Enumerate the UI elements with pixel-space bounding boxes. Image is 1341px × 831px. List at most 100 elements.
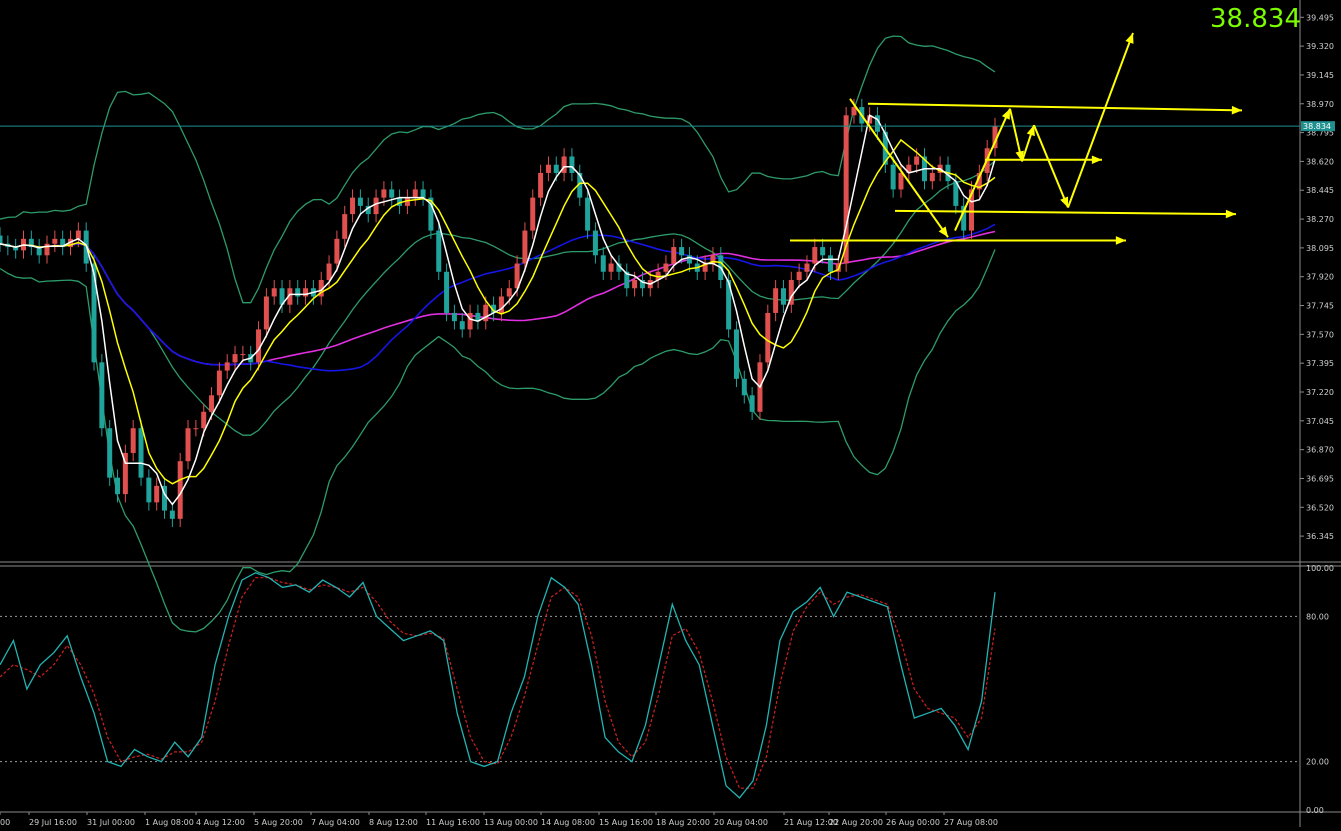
annotation-arrow [867,102,1243,112]
x-tick-label: 27 Aug 08:00 [944,818,998,827]
candle-body [0,235,3,244]
y-tick-label: 39.145 [1306,71,1334,80]
candle-body [130,428,136,453]
candle-body [600,255,606,272]
x-tick-label: 14 Aug 08:00 [541,818,595,827]
y-tick-label: 37.045 [1306,417,1334,426]
trading-chart: 39.495 39.320 39.145 38.970 38.795 38.620 38.4… [0,0,1341,827]
x-tick-label: 31 Jul 00:00 [87,818,135,827]
candle-body [216,370,222,396]
y-tick-label: 37.395 [1306,359,1334,368]
x-tick-label: 29 Jul 16:00 [29,818,77,827]
annotation-arrow-head [1060,196,1069,208]
candle-body [820,247,826,256]
candle-body [506,288,512,297]
annotation-arrow-head [1125,32,1134,44]
candle-body [467,312,473,330]
y-tick-label: 36.345 [1306,532,1334,541]
x-tick-label: 18 Aug 20:00 [656,818,710,827]
candle-body [561,156,567,173]
annotation-arrow-head [938,226,948,238]
candle-body [240,354,246,356]
y-tick-label: 38.270 [1306,215,1334,224]
candle-body [663,263,669,272]
candle-body [827,255,833,272]
annotation-arrow [1033,124,1069,208]
candle-body [545,164,551,173]
x-tick-label: 20 Aug 04:00 [714,818,768,827]
candle-body [154,485,160,503]
candle-body [224,362,230,371]
candle-body [138,428,144,478]
candle-body [569,156,575,173]
candle-body [780,288,786,305]
y-tick-label: 37.220 [1306,388,1334,397]
indicator-tick-label: 100.00 [1306,564,1334,573]
candle-body [538,172,544,198]
candle-body [107,428,113,478]
candle-body [381,189,387,198]
candle-body [733,329,739,379]
candle-body [232,354,238,363]
y-tick-label: 38.095 [1306,244,1334,253]
candle-body [749,395,755,412]
candle-body [679,247,685,256]
candle-body [444,271,450,313]
x-tick-label: 11 Aug 16:00 [426,818,480,827]
candle-body [459,321,465,330]
y-tick-label: 37.745 [1306,302,1334,311]
candle-body [357,197,363,206]
current-price-readout: 38.834 [1210,4,1301,34]
indicator-tick-label: 0.00 [1306,806,1324,815]
candle-body [209,395,215,412]
candle-body [169,510,175,519]
x-tick-label: 8 Aug 12:00 [369,818,418,827]
y-tick-label: 37.570 [1306,330,1334,339]
x-tick-label: 15 Aug 16:00 [599,818,653,827]
candle-body [389,189,395,198]
y-tick-label: 39.495 [1306,13,1334,22]
y-tick-label: 36.695 [1306,474,1334,483]
candle-body [553,164,559,173]
candle-body [193,428,199,430]
y-tick-label: 37.920 [1306,273,1334,282]
annotation-arrow-head [1225,209,1236,219]
x-tick-label: 1 Aug 08:00 [145,818,194,827]
candle-body [420,189,426,198]
candle-body [326,263,332,280]
x-tick-label: 4 Aug 12:00 [196,818,245,827]
candle-body [929,172,935,182]
candle-body [342,214,348,239]
annotation-arrow [894,209,1237,216]
candle-body [898,172,904,190]
annotation-arrow-head [1115,236,1126,245]
candle-body [412,189,418,198]
candle-body [530,197,536,231]
candle-body [350,197,356,215]
y-tick-label: 36.870 [1306,446,1334,455]
x-tick-label: 5 Aug 20:00 [254,818,303,827]
y-tick-label: 38.970 [1306,100,1334,109]
bollinger-lower-band [0,249,996,633]
x-tick-label: 7 Aug 04:00 [311,818,360,827]
candle-body [451,312,457,322]
candle-body [303,288,309,297]
candle-body [373,197,379,215]
candle-body [522,230,528,264]
candle-body [608,263,614,272]
x-tick-label: 13 Aug 00:00 [484,818,538,827]
candle-body [271,288,277,297]
annotation-arrow [1067,32,1134,208]
annotation-arrow-head [1231,105,1242,115]
candle-body [741,378,747,396]
x-tick-label: 00 [0,818,10,827]
candle-body [99,362,105,429]
candle-body [146,477,152,503]
candle-body [585,197,591,231]
candle-body [295,288,301,297]
candle-body [52,238,58,244]
candle-body [812,247,818,264]
y-tick-label: 38.620 [1306,157,1334,166]
candle-body [75,230,81,239]
candle-body [686,255,692,264]
